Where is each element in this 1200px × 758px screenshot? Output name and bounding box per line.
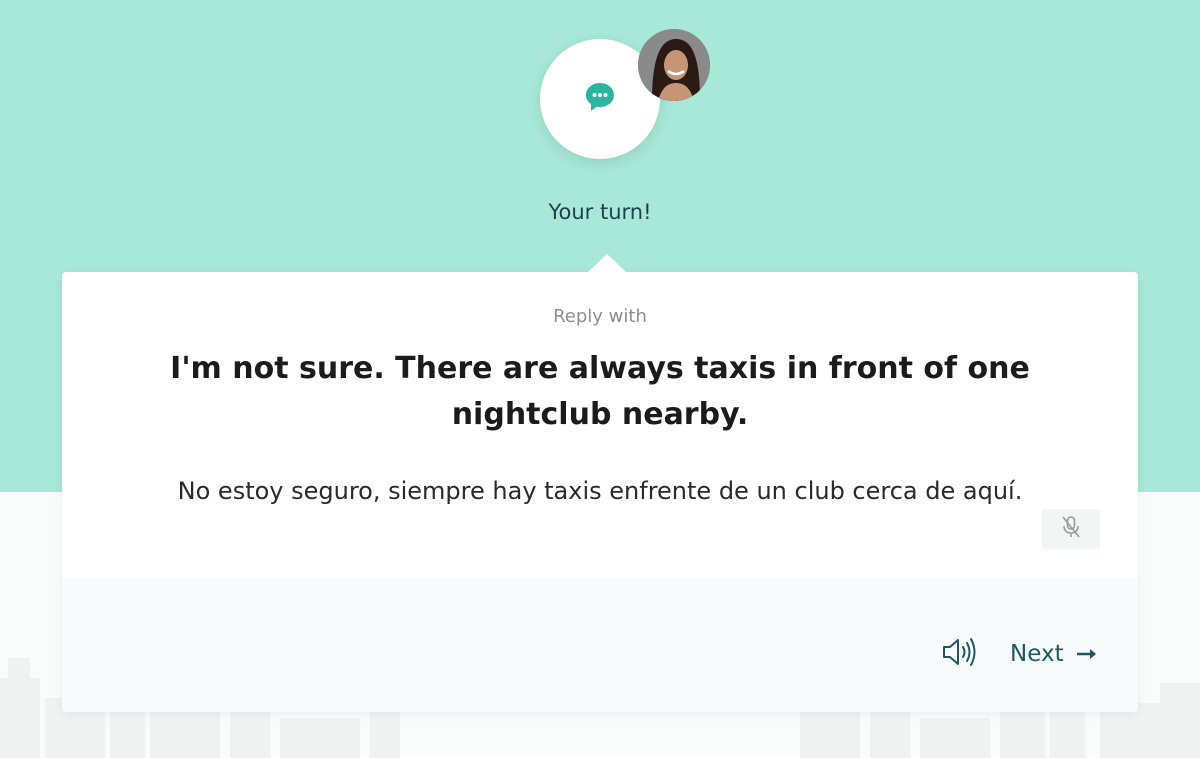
reply-card-footer: Next [62,578,1138,712]
mic-off-icon [1060,515,1082,543]
speaker-avatar [638,29,710,101]
next-button[interactable]: Next [1010,634,1098,674]
play-audio-button[interactable] [938,634,982,674]
turn-label: Your turn! [548,200,652,224]
chat-bubble-icon [583,80,617,118]
next-label: Next [1010,641,1064,667]
reply-card-body: Reply with I'm not sure. There are alway… [62,272,1138,578]
microphone-button[interactable] [1042,509,1100,549]
arrow-right-icon [1076,647,1098,661]
card-pointer [588,254,626,272]
reply-text: I'm not sure. There are always taxis in … [170,351,1030,432]
reply-with-label: Reply with [553,306,647,327]
speaker-icon [941,637,979,671]
reply-card: Reply with I'm not sure. There are alway… [62,272,1138,712]
translation-text: No estoy seguro, siempre hay taxis enfre… [177,477,1023,505]
